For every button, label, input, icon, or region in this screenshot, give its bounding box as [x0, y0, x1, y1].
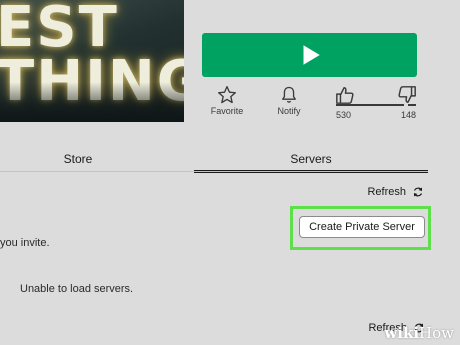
vote-panel: 530 148 — [334, 85, 418, 121]
refresh-label: Refresh — [367, 186, 406, 198]
tab-store[interactable]: Store — [0, 147, 156, 171]
play-icon — [303, 45, 320, 65]
thumbs-down-icon[interactable] — [396, 85, 418, 105]
notify-button[interactable]: Notify — [268, 85, 310, 116]
favorite-label: Favorite — [210, 106, 244, 116]
game-thumbnail: EST THING — [0, 0, 184, 122]
tab-bar: Store Servers — [0, 147, 428, 173]
thumbs-up-icon[interactable] — [334, 85, 356, 105]
invite-text: you invite. — [0, 237, 50, 249]
tab-divider — [0, 171, 428, 172]
create-private-server-button[interactable]: Create Private Server — [299, 216, 425, 238]
upvote-count: 530 — [336, 110, 352, 120]
favorite-button[interactable]: Favorite — [207, 85, 247, 116]
refresh-icon — [413, 187, 423, 197]
refresh-button[interactable]: Refresh — [367, 186, 424, 198]
notify-label: Notify — [277, 106, 301, 116]
wikihow-watermark: wikiHow — [384, 324, 454, 342]
unable-to-load-message: Unable to load servers. — [20, 283, 134, 295]
star-icon — [218, 86, 236, 104]
thumbnail-title-line-1: EST — [0, 0, 119, 60]
watermark-wiki: wiki — [384, 324, 420, 342]
thumbnail-shading — [0, 82, 184, 122]
watermark-how: How — [419, 324, 454, 342]
play-button[interactable] — [202, 33, 417, 77]
downvote-count: 148 — [400, 110, 416, 120]
vote-ratio-fill — [336, 104, 399, 106]
vote-ratio-bar — [336, 104, 416, 106]
bell-icon — [282, 86, 296, 103]
tab-servers[interactable]: Servers — [194, 147, 428, 173]
